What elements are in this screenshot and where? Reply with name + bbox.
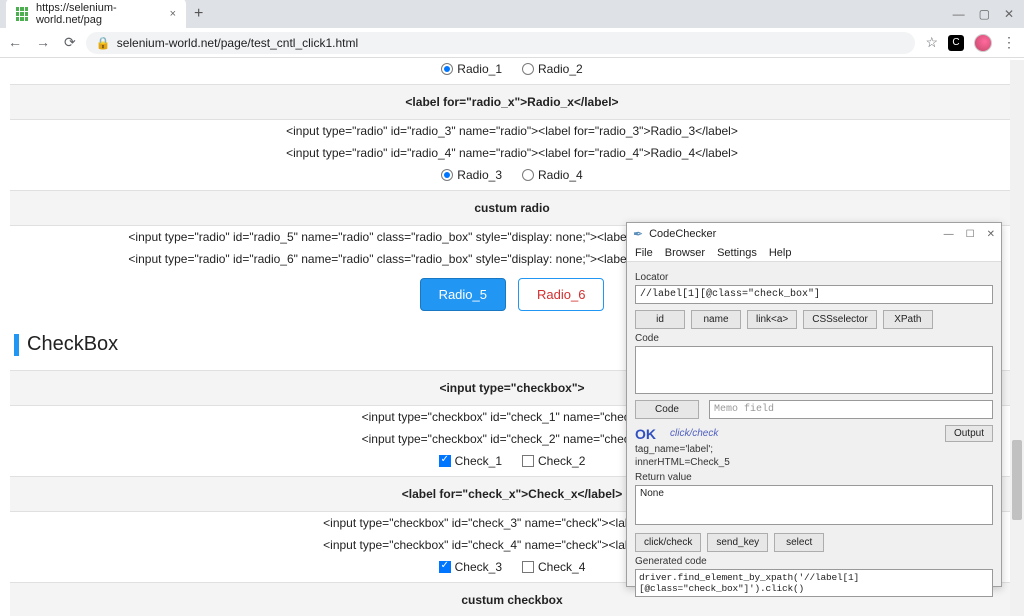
radio-3[interactable]: Radio_3 <box>441 168 502 182</box>
close-icon[interactable]: ✕ <box>987 229 995 240</box>
memo-field[interactable]: Memo field <box>709 400 993 419</box>
url-text: selenium-world.net/page/test_cntl_click1… <box>117 36 358 50</box>
tab-close-icon[interactable]: × <box>170 8 176 20</box>
forward-icon[interactable]: → <box>36 34 50 51</box>
return-value-label: Return value <box>635 472 993 483</box>
profile-avatar-icon[interactable] <box>974 34 992 52</box>
extension-icon[interactable]: C <box>948 35 964 51</box>
star-icon[interactable]: ☆ <box>925 34 938 51</box>
xpath-button[interactable]: XPath <box>883 310 933 329</box>
section-accent-bar <box>14 334 19 356</box>
browser-chrome: https://selenium-world.net/pag × + — ▢ ✕… <box>0 0 1024 58</box>
code-textarea[interactable] <box>635 346 993 394</box>
minimize-icon[interactable]: — <box>953 7 965 21</box>
back-icon[interactable]: ← <box>8 34 22 51</box>
code-radio-4: <input type="radio" id="radio_4" name="r… <box>10 142 1014 164</box>
check-2[interactable]: Check_2 <box>522 454 585 468</box>
menu-icon[interactable]: ⋮ <box>1002 34 1016 51</box>
click-check-button[interactable]: click/check <box>635 533 701 552</box>
cssselector-button[interactable]: CSSselector <box>803 310 877 329</box>
radio-6-button[interactable]: Radio_6 <box>518 278 604 311</box>
name-button[interactable]: name <box>691 310 741 329</box>
id-button[interactable]: id <box>635 310 685 329</box>
check-1[interactable]: Check_1 <box>439 454 502 468</box>
check-3[interactable]: Check_3 <box>439 560 502 574</box>
tag-name-info: tag_name='label'; <box>635 444 993 455</box>
code-label: Code <box>635 333 993 344</box>
lock-icon: 🔒 <box>96 36 111 50</box>
locator-label: Locator <box>635 272 993 283</box>
generated-code-label: Generated code <box>635 556 993 567</box>
radio-icon <box>441 63 453 75</box>
radio-icon <box>522 169 534 181</box>
maximize-icon[interactable]: ▢ <box>979 7 990 21</box>
radio-row-1-2: Radio_1 Radio_2 <box>10 58 1014 80</box>
code-button[interactable]: Code <box>635 400 699 419</box>
link-button[interactable]: link<a> <box>747 310 797 329</box>
favicon-icon <box>16 7 28 21</box>
radio-icon <box>441 169 453 181</box>
codechecker-menubar: File Browser Settings Help <box>627 245 1001 262</box>
codechecker-titlebar[interactable]: ✒ CodeChecker — ☐ ✕ <box>627 223 1001 245</box>
minimize-icon[interactable]: — <box>944 229 954 240</box>
ok-status: OK <box>635 426 656 442</box>
code-radio-3: <input type="radio" id="radio_3" name="r… <box>10 120 1014 142</box>
window-title: CodeChecker <box>649 228 716 240</box>
radio-icon <box>522 63 534 75</box>
checkbox-icon <box>439 561 451 573</box>
generated-code-field[interactable]: driver.find_element_by_xpath('//label[1]… <box>635 569 993 597</box>
tab-title: https://selenium-world.net/pag <box>36 2 162 26</box>
custom-radio-heading: custum radio <box>10 197 1014 219</box>
checkbox-icon <box>522 561 534 573</box>
radio-4[interactable]: Radio_4 <box>522 168 583 182</box>
label-radio-x-heading: <label for="radio_x">Radio_x</label> <box>10 91 1014 113</box>
click-check-label: click/check <box>670 428 718 439</box>
window-controls: — ▢ ✕ <box>953 7 1024 21</box>
feather-icon: ✒ <box>633 227 643 241</box>
address-bar[interactable]: 🔒 selenium-world.net/page/test_cntl_clic… <box>86 32 916 54</box>
browser-tab[interactable]: https://selenium-world.net/pag × <box>6 0 186 30</box>
page-scrollbar[interactable] <box>1010 60 1024 616</box>
checkbox-icon <box>439 455 451 467</box>
reload-icon[interactable]: ⟳ <box>64 34 76 51</box>
titlebar: https://selenium-world.net/pag × + — ▢ ✕ <box>0 0 1024 28</box>
radio-5-button[interactable]: Radio_5 <box>420 278 506 311</box>
send-key-button[interactable]: send_key <box>707 533 768 552</box>
menu-settings[interactable]: Settings <box>717 247 757 259</box>
browser-toolbar: ← → ⟳ 🔒 selenium-world.net/page/test_cnt… <box>0 28 1024 58</box>
radio-2[interactable]: Radio_2 <box>522 62 583 76</box>
radio-1[interactable]: Radio_1 <box>441 62 502 76</box>
check-4[interactable]: Check_4 <box>522 560 585 574</box>
radio-row-3-4: Radio_3 Radio_4 <box>10 164 1014 186</box>
checkbox-icon <box>522 455 534 467</box>
menu-browser[interactable]: Browser <box>665 247 705 259</box>
scrollbar-thumb[interactable] <box>1012 440 1022 520</box>
codechecker-window: ✒ CodeChecker — ☐ ✕ File Browser Setting… <box>626 222 1002 587</box>
close-icon[interactable]: ✕ <box>1004 7 1014 21</box>
new-tab-button[interactable]: + <box>194 5 203 23</box>
output-button[interactable]: Output <box>945 425 993 442</box>
select-button[interactable]: select <box>774 533 824 552</box>
innerhtml-info: innerHTML=Check_5 <box>635 457 993 468</box>
locator-input[interactable]: //label[1][@class="check_box"] <box>635 285 993 304</box>
menu-help[interactable]: Help <box>769 247 792 259</box>
maximize-icon[interactable]: ☐ <box>966 229 975 240</box>
return-value-box[interactable]: None <box>635 485 993 525</box>
menu-file[interactable]: File <box>635 247 653 259</box>
